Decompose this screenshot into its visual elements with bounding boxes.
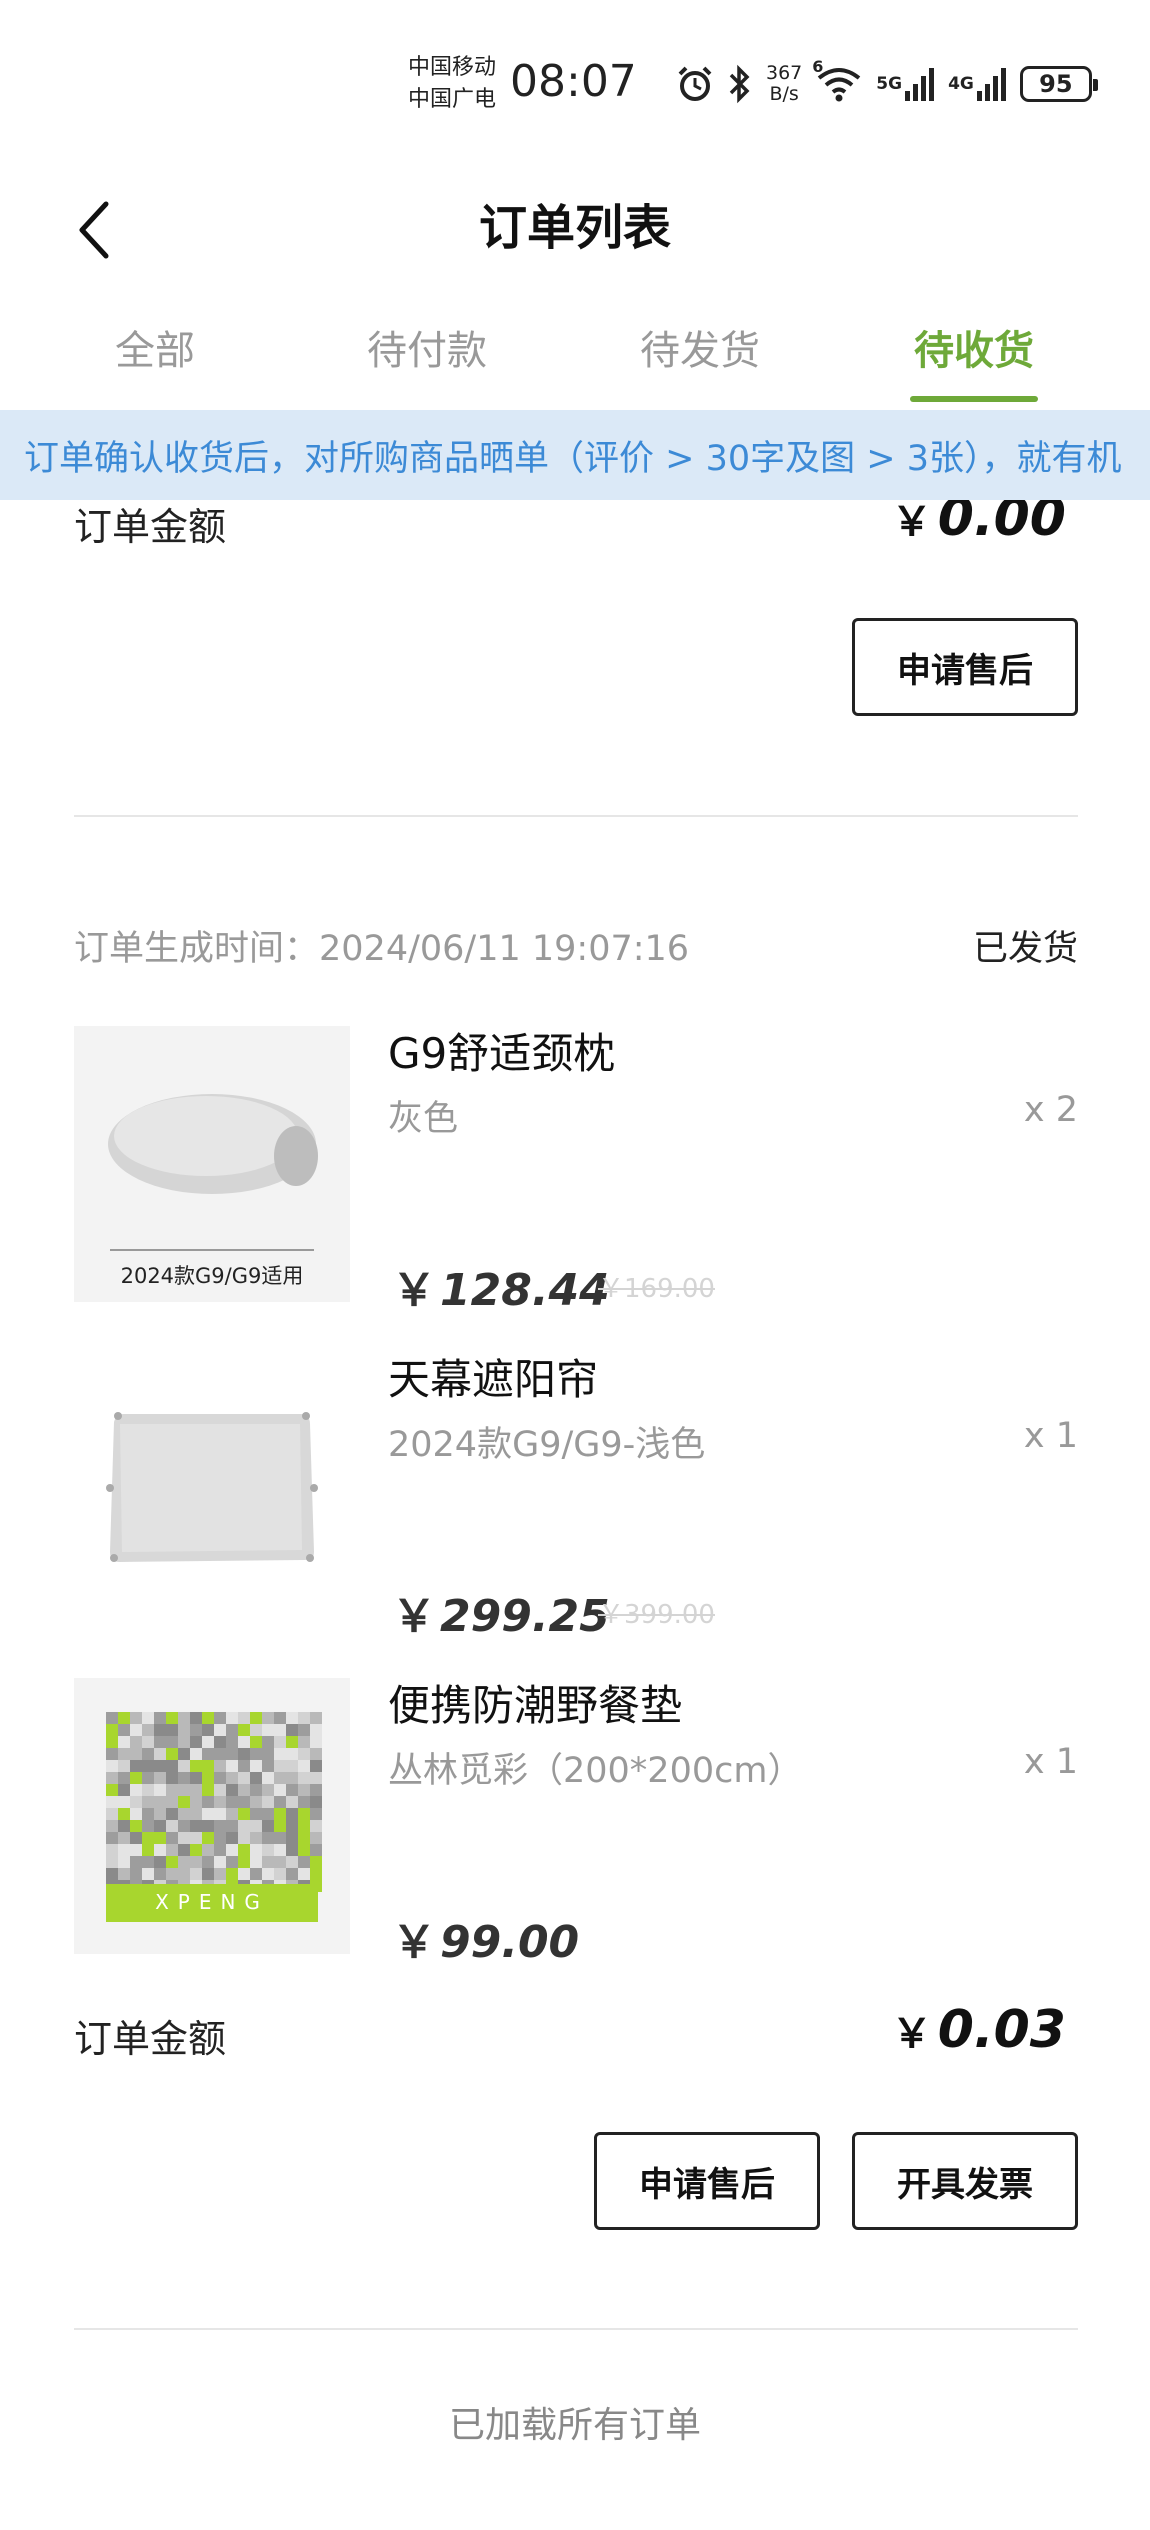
- product-price: ￥299.25: [392, 1580, 610, 1644]
- product-price-value: 299.25: [440, 1591, 610, 1642]
- order-amount-label: 订单金额: [74, 2017, 227, 2061]
- bluetooth-icon: [728, 64, 752, 104]
- order-tabs: 全部 待付款 待发货 待收货: [0, 300, 1150, 412]
- alarm-icon: [676, 65, 714, 103]
- order-amount: ￥ 0.03: [892, 2000, 1066, 2060]
- product-price: ￥128.44: [392, 1254, 610, 1318]
- page-title: 订单列表: [478, 200, 671, 256]
- product-spec: 2024款G9/G9-浅色: [388, 1425, 706, 1465]
- net-1-label: 5G: [876, 74, 903, 94]
- status-time: 08:07: [510, 56, 637, 107]
- currency-symbol: ￥: [392, 1265, 436, 1316]
- carrier-2: 中国广电: [408, 87, 497, 112]
- signal-icon: 4G: [948, 67, 1006, 101]
- net-speed: 367 B/s: [766, 63, 802, 105]
- order-amount-value: 0.03: [937, 2000, 1066, 2060]
- divider: [74, 2328, 1078, 2330]
- carrier-1: 中国移动: [408, 55, 497, 80]
- tab-active-indicator: [910, 396, 1038, 402]
- carrier-info: 中国移动 中国广电: [408, 52, 496, 116]
- tab-pending-receipt[interactable]: 待收货: [874, 318, 1074, 376]
- after-sale-button[interactable]: 申请售后: [594, 2132, 820, 2230]
- tab-pending-shipment[interactable]: 待发货: [600, 318, 800, 376]
- product-spec: 丛林觅彩（200*200cm）: [388, 1751, 803, 1791]
- order-created-time: 订单生成时间：2024/06/11 19:07:16: [74, 920, 689, 971]
- brand-logo: XPENG: [155, 1890, 269, 1914]
- product-image-caption: 2024款G9/G9适用: [120, 1264, 304, 1288]
- order-status: 已发货: [972, 929, 1078, 969]
- currency-symbol: ￥: [891, 2011, 932, 2057]
- currency-symbol: ￥: [891, 499, 932, 545]
- net-speed-unit: B/s: [769, 83, 799, 105]
- currency-symbol: ￥: [392, 1917, 436, 1968]
- product-spec: 灰色: [388, 1099, 459, 1139]
- signal-icon: 5G: [876, 67, 935, 101]
- all-orders-loaded-text: 已加载所有订单: [448, 2405, 701, 2446]
- product-price-value: 128.44: [440, 1265, 610, 1316]
- product-price-value: 99.00: [440, 1917, 580, 1968]
- product-original-price: ￥399.00: [598, 1600, 715, 1630]
- notice-text: 订单确认收货后，对所购商品晒单（评价 > 30字及图 > 3张），就有机: [24, 439, 1122, 479]
- product-name[interactable]: 天幕遮阳帘: [388, 1346, 598, 1407]
- product-image-neck-pillow[interactable]: 2024款G9/G9适用: [74, 1026, 350, 1302]
- product-quantity: x 1: [1023, 1742, 1078, 1782]
- after-sale-button[interactable]: 申请售后: [852, 618, 1078, 716]
- order-amount-label: 订单金额: [74, 505, 227, 549]
- status-bar: 中国移动 中国广电 08:07 367 B/s 6 5G 4G 95: [0, 0, 1150, 170]
- nav-bar: 订单列表: [0, 170, 1150, 290]
- product-original-price: ￥169.00: [598, 1274, 715, 1304]
- product-name[interactable]: 便携防潮野餐垫: [388, 1672, 682, 1733]
- product-quantity: x 1: [1023, 1416, 1078, 1456]
- issue-invoice-button[interactable]: 开具发票: [852, 2132, 1078, 2230]
- currency-symbol: ￥: [392, 1591, 436, 1642]
- product-image-sunshade[interactable]: [74, 1352, 350, 1628]
- product-image-picnic-mat[interactable]: XPENG: [74, 1678, 350, 1954]
- wifi-icon: 6: [812, 57, 862, 103]
- wifi-badge: 6: [812, 57, 824, 76]
- battery-level: 95: [1039, 70, 1073, 98]
- order-time-value: 2024/06/11 19:07:16: [319, 929, 690, 969]
- battery-icon: 95: [1019, 66, 1098, 102]
- tab-all[interactable]: 全部: [55, 318, 255, 376]
- divider: [74, 815, 1078, 817]
- net-2-label: 4G: [948, 74, 974, 94]
- review-notice-banner: 订单确认收货后，对所购商品晒单（评价 > 30字及图 > 3张），就有机: [0, 410, 1150, 500]
- product-quantity: x 2: [1023, 1090, 1078, 1130]
- net-speed-value: 367: [766, 62, 803, 84]
- order-time-label: 订单生成时间：: [74, 929, 320, 969]
- product-name[interactable]: G9舒适颈枕: [388, 1020, 615, 1081]
- tab-pending-payment[interactable]: 待付款: [327, 318, 527, 376]
- product-price: ￥99.00: [392, 1906, 579, 1970]
